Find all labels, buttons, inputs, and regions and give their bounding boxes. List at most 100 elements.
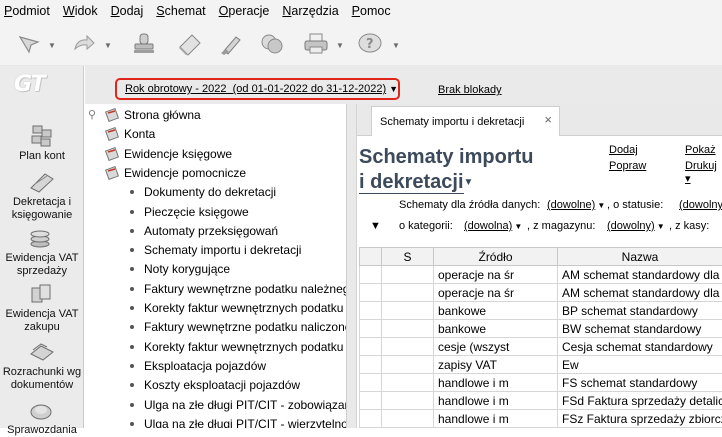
table-row[interactable]: operacje na śrAM schemat standardowy dla… (360, 266, 722, 284)
nav-sprawozdania[interactable]: Sprawozdania (0, 398, 84, 437)
table-row[interactable]: bankoweBP schemat standardowy (360, 302, 722, 320)
plan-kont-icon (27, 124, 57, 148)
tree-bullet (130, 229, 134, 233)
tree-item-label: Faktury wewnętrzne podatku należnego (144, 282, 347, 296)
brush-icon[interactable] (216, 28, 248, 60)
panel-splitter[interactable] (347, 104, 357, 428)
cursor-arrow-icon[interactable] (14, 28, 46, 60)
column-header[interactable]: Nazwa (558, 248, 722, 266)
chevron-down-icon[interactable]: ▼ (336, 41, 344, 50)
table-cell (382, 356, 434, 374)
warehouse-filter-label: , z magazynu: (527, 220, 595, 232)
menu-widok[interactable]: Widok (63, 4, 98, 18)
chevron-down-icon[interactable]: ▼ (104, 41, 112, 50)
tree-item[interactable]: Ewidencje pomocnicze (105, 164, 246, 182)
table-cell (360, 356, 382, 374)
tree-item[interactable]: Eksploatacja pojazdów (130, 357, 266, 375)
tree-item-label: Ulga na złe długi PIT/CIT - wierzytelnoś… (144, 417, 347, 428)
tree-item[interactable]: Faktury wewnętrzne podatku naliczonego (130, 318, 347, 336)
show-button[interactable]: Pokaż (685, 144, 716, 156)
block-status-link[interactable]: Brak blokady (438, 84, 502, 96)
redo-arrow-icon[interactable] (68, 28, 100, 60)
column-header[interactable]: Źródło (434, 248, 558, 266)
table-cell (360, 392, 382, 410)
menu-bar: Podmiot Widok Dodaj Schemat Operacje Narzędzi… (0, 0, 722, 22)
tree-bullet (130, 325, 134, 329)
tree-bullet (130, 287, 134, 291)
table-cell (382, 338, 434, 356)
table-cell: bankowe (434, 320, 558, 338)
table-row[interactable]: cesje (wszystCesja schemat standardowy (360, 338, 722, 356)
tree-item[interactable]: Noty korygujące (130, 260, 230, 278)
menu-pomoc[interactable]: Pomoc (352, 4, 391, 18)
add-button[interactable]: Dodaj (609, 144, 638, 156)
schemes-table: SŹródłoNazwa operacje na śrAM schemat st… (359, 247, 722, 428)
close-icon[interactable]: × (544, 112, 552, 127)
help-icon[interactable]: ? (354, 28, 386, 60)
menu-schemat[interactable]: Schemat (156, 4, 205, 18)
nav-dekretacja[interactable]: Dekretacja i księgowanie (0, 170, 84, 222)
tree-item[interactable]: Automaty przeksięgowań (130, 222, 278, 240)
printer-icon[interactable] (300, 28, 332, 60)
table-cell: Cesja schemat standardowy (558, 338, 722, 356)
table-row[interactable]: operacje na śrAM schemat standardowy dla… (360, 284, 722, 302)
tree-item[interactable]: Koszty eksploatacji pojazdów (130, 376, 300, 394)
tree-item[interactable]: Ulga na złe długi PIT/CIT - wierzytelnoś… (130, 415, 347, 428)
source-filter-label: Schematy dla źródła danych: (399, 199, 540, 211)
print-button[interactable]: Drukuj ▾ (685, 160, 722, 185)
tree-item[interactable]: Schematy importu i dekretacji (130, 241, 301, 259)
tree-item[interactable]: Konta (105, 125, 155, 143)
eraser-icon[interactable] (174, 28, 206, 60)
tab-schematy[interactable]: Schematy importu i dekretacji × (371, 106, 560, 137)
tree-item[interactable]: Pieczęcie księgowe (130, 203, 249, 221)
nav-plan-kont[interactable]: Plan kont (0, 124, 84, 163)
status-filter-dropdown[interactable]: (dowolny) (679, 199, 722, 211)
nav-vat-sprzedazy[interactable]: Ewidencja VAT sprzedaży (0, 226, 84, 278)
tree-item-label: Konta (124, 127, 155, 141)
source-filter-dropdown[interactable]: (dowolne)▼ (547, 199, 605, 211)
menu-dodaj[interactable]: Dodaj (111, 4, 144, 18)
page-title-menu[interactable]: i dekretacji▼ (359, 170, 473, 198)
table-cell (382, 284, 434, 302)
table-cell: handlowe i m (434, 410, 558, 428)
fiscal-year-selector[interactable]: Rok obrotowy - 2022 (od 01-01-2022 do 31… (115, 78, 400, 100)
tree-item-label: Strona główna (124, 108, 201, 122)
tree-item[interactable]: Ewidencje księgowe (105, 145, 232, 163)
tree-item[interactable]: Korekty faktur wewnętrznych podatku nale… (130, 299, 347, 317)
tree-item[interactable]: Strona główna (105, 106, 201, 124)
column-header[interactable]: S (382, 248, 434, 266)
copy-icon[interactable] (256, 28, 288, 60)
vat-sprzedaz-icon (27, 226, 57, 250)
cash-filter-label: , z kasy: (669, 220, 709, 232)
table-row[interactable]: handlowe i mFSz Faktura sprzedaży zbiorc… (360, 410, 722, 428)
column-header[interactable] (360, 248, 382, 266)
edit-button[interactable]: Popraw (609, 160, 646, 172)
menu-operacje[interactable]: Operacje (219, 4, 270, 18)
nav-rozrachunki[interactable]: Rozrachunki wg dokumentów (0, 340, 84, 392)
pin-icon[interactable]: ⚲ (88, 108, 96, 121)
tree-item[interactable]: Faktury wewnętrzne podatku należnego (130, 280, 347, 298)
warehouse-filter-dropdown[interactable]: (dowolny)▼ (607, 220, 665, 232)
tree-item[interactable]: Dokumenty do dekretacji (130, 183, 276, 201)
table-row[interactable]: zapisy VATEw (360, 356, 722, 374)
nav-vat-zakupu[interactable]: Ewidencja VAT zakupu (0, 282, 84, 334)
tree-item[interactable]: Ulga na złe długi PIT/CIT - zobowiązania (130, 396, 347, 414)
collapse-filters-icon[interactable]: ▼ (370, 220, 381, 232)
table-row[interactable]: bankoweBW schemat standardowy (360, 320, 722, 338)
tree-item[interactable]: Korekty faktur wewnętrznych podatku nali… (130, 338, 347, 356)
tab-label: Schematy importu i dekretacji (380, 116, 524, 128)
menu-narz-dzia[interactable]: Narzędzia (282, 4, 338, 18)
tree-item-label: Korekty faktur wewnętrznych podatku nali… (144, 340, 347, 354)
category-filter-dropdown[interactable]: (dowolna)▼ (464, 220, 522, 232)
menu-podmiot[interactable]: Podmiot (4, 4, 50, 18)
toolbar: ▼ ▼ ▼ ? ▼ (0, 22, 722, 66)
tree-bullet (130, 364, 134, 368)
chevron-down-icon[interactable]: ▼ (48, 41, 56, 50)
table-row[interactable]: handlowe i mFSd Faktura sprzedaży detali… (360, 392, 722, 410)
table-row[interactable]: handlowe i mFS schemat standardowy (360, 374, 722, 392)
table-cell (360, 266, 382, 284)
chevron-down-icon[interactable]: ▼ (392, 41, 400, 50)
stamp-icon[interactable] (128, 28, 160, 60)
tree-item-label: Pieczęcie księgowe (144, 205, 249, 219)
tree-bullet (130, 248, 134, 252)
